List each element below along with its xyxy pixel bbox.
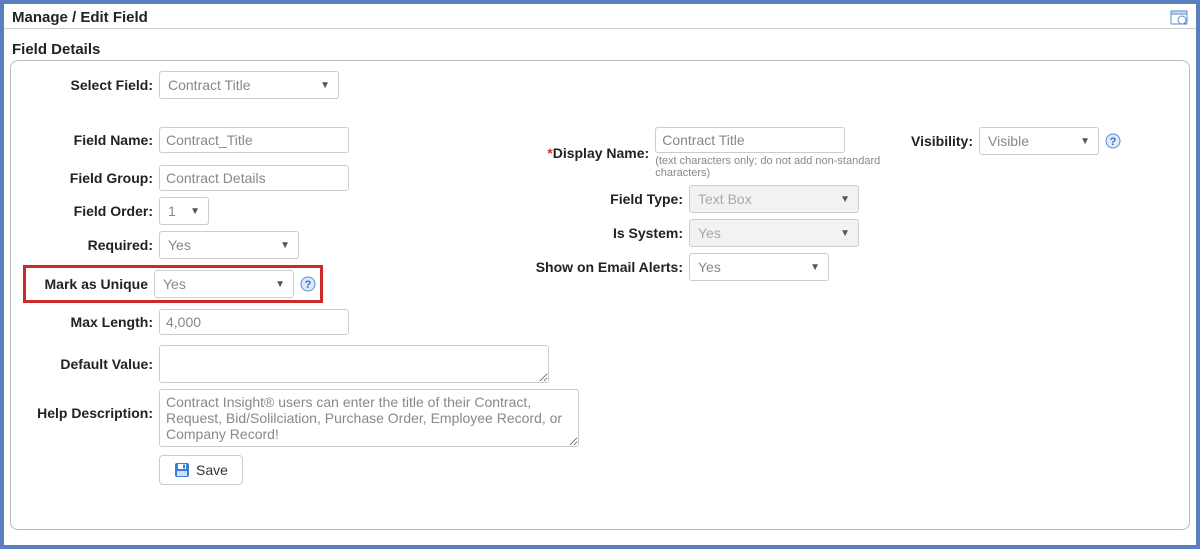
chevron-down-icon: ▼ bbox=[190, 206, 200, 217]
calendar-icon[interactable] bbox=[1170, 8, 1188, 26]
field-group-input[interactable] bbox=[159, 165, 349, 191]
chevron-down-icon: ▼ bbox=[1080, 136, 1090, 147]
save-button[interactable]: Save bbox=[159, 455, 243, 485]
help-description-label: Help Description: bbox=[19, 389, 159, 421]
chevron-down-icon: ▼ bbox=[280, 240, 290, 251]
chevron-down-icon: ▼ bbox=[840, 228, 850, 239]
visibility-label: Visibility: bbox=[889, 133, 979, 149]
select-field-dropdown[interactable]: Contract Title ▼ bbox=[159, 71, 339, 99]
section-title: Field Details bbox=[4, 29, 1196, 60]
is-system-dropdown: Yes ▼ bbox=[689, 219, 859, 247]
select-field-value: Contract Title bbox=[168, 77, 250, 93]
display-name-label: *Display Name: bbox=[489, 145, 655, 161]
field-order-dropdown[interactable]: 1 ▼ bbox=[159, 197, 209, 225]
field-details-panel: Select Field: Contract Title ▼ Field Nam… bbox=[10, 60, 1190, 530]
page-header: Manage / Edit Field bbox=[4, 4, 1196, 29]
select-field-label: Select Field: bbox=[19, 77, 159, 93]
field-type-dropdown: Text Box ▼ bbox=[689, 185, 859, 213]
required-value: Yes bbox=[168, 237, 191, 253]
chevron-down-icon: ▼ bbox=[320, 80, 330, 91]
save-button-label: Save bbox=[196, 462, 228, 478]
show-email-label: Show on Email Alerts: bbox=[489, 259, 689, 275]
is-system-value: Yes bbox=[698, 225, 721, 241]
help-icon[interactable]: ? bbox=[1105, 133, 1121, 149]
field-order-label: Field Order: bbox=[19, 203, 159, 219]
show-email-value: Yes bbox=[698, 259, 721, 275]
save-icon bbox=[174, 462, 190, 478]
svg-text:?: ? bbox=[305, 279, 312, 291]
field-name-label: Field Name: bbox=[19, 132, 159, 148]
default-value-textarea[interactable] bbox=[159, 345, 549, 383]
max-length-label: Max Length: bbox=[19, 314, 159, 330]
field-type-value: Text Box bbox=[698, 191, 752, 207]
display-name-input[interactable] bbox=[655, 127, 845, 153]
field-type-label: Field Type: bbox=[489, 191, 689, 207]
page-title: Manage / Edit Field bbox=[12, 9, 148, 26]
show-email-dropdown[interactable]: Yes ▼ bbox=[689, 253, 829, 281]
is-system-label: Is System: bbox=[489, 225, 689, 241]
help-icon[interactable]: ? bbox=[300, 276, 316, 292]
required-label: Required: bbox=[19, 237, 159, 253]
chevron-down-icon: ▼ bbox=[810, 262, 820, 273]
visibility-dropdown[interactable]: Visible ▼ bbox=[979, 127, 1099, 155]
mark-unique-dropdown[interactable]: Yes ▼ bbox=[154, 270, 294, 298]
mark-unique-label: Mark as Unique bbox=[28, 276, 154, 292]
max-length-input[interactable] bbox=[159, 309, 349, 335]
mark-unique-highlight: Mark as Unique Yes ▼ ? bbox=[23, 265, 323, 303]
required-dropdown[interactable]: Yes ▼ bbox=[159, 231, 299, 259]
default-value-label: Default Value: bbox=[19, 356, 159, 372]
chevron-down-icon: ▼ bbox=[840, 194, 850, 205]
help-description-textarea[interactable] bbox=[159, 389, 579, 447]
field-name-input[interactable] bbox=[159, 127, 349, 153]
display-name-hint: (text characters only; do not add non-st… bbox=[655, 155, 889, 179]
mark-unique-value: Yes bbox=[163, 276, 186, 292]
app-frame: Manage / Edit Field Field Details Select… bbox=[0, 0, 1200, 549]
chevron-down-icon: ▼ bbox=[275, 279, 285, 290]
visibility-value: Visible bbox=[988, 133, 1029, 149]
svg-text:?: ? bbox=[1110, 136, 1117, 148]
field-order-value: 1 bbox=[168, 203, 176, 219]
field-group-label: Field Group: bbox=[19, 170, 159, 186]
